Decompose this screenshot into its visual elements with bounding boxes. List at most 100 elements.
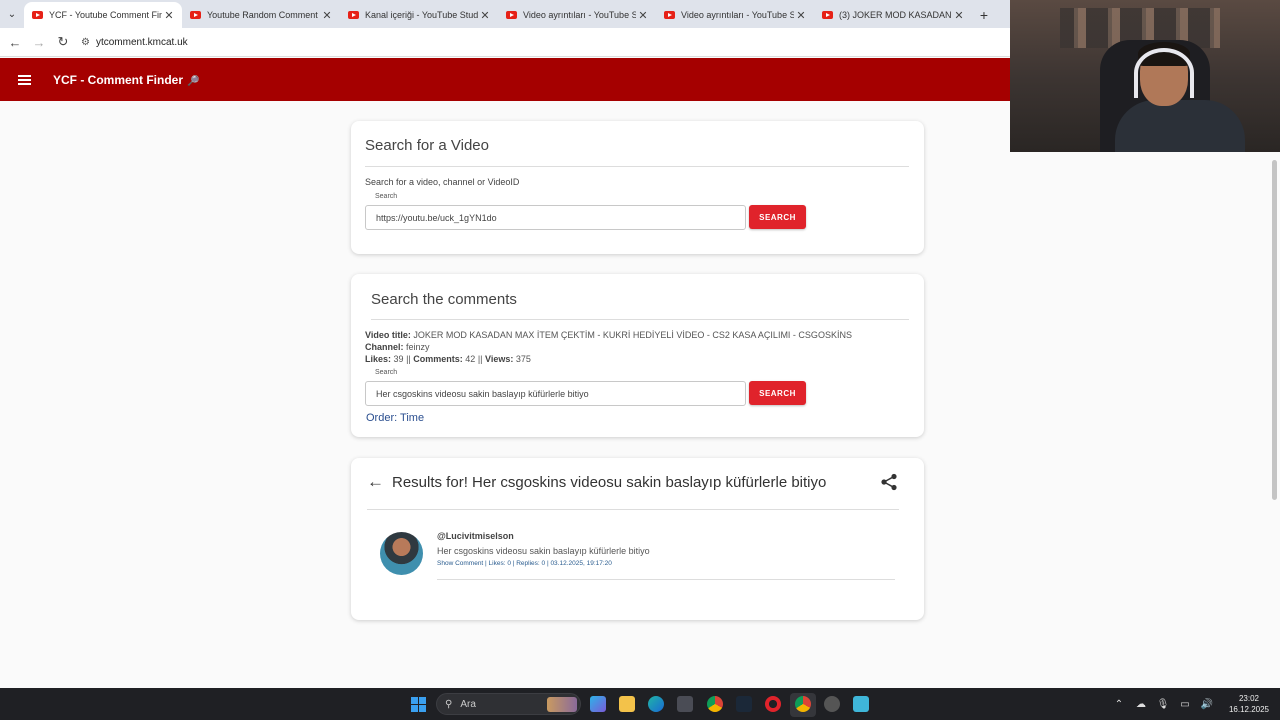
notepad-icon[interactable] [853, 696, 869, 712]
youtube-icon [348, 11, 359, 19]
file-explorer-icon[interactable] [619, 696, 635, 712]
tab-kanal-icerigi[interactable]: Kanal içeriği - YouTube Studio ✕ [340, 2, 498, 28]
network-icon[interactable]: ▭ [1174, 699, 1196, 710]
webcam-headset [1134, 48, 1194, 98]
avatar[interactable] [380, 532, 423, 575]
volume-icon[interactable]: 🔊 [1196, 699, 1218, 710]
new-tab-icon[interactable]: + [972, 2, 996, 28]
video-search-button[interactable]: SEARCH [749, 205, 806, 229]
comment-search-input[interactable]: Her csgoskins videosu sakin baslayıp küf… [365, 381, 746, 406]
tab-title: YCF - Youtube Comment Finder [49, 10, 162, 20]
views-label: Views: [485, 354, 514, 364]
video-search-heading: Search for a Video [365, 137, 489, 154]
clock-date: 16.12.2025 [1228, 705, 1270, 714]
video-title-label: Video title: [365, 330, 411, 340]
tab-joker-mod[interactable]: (3) JOKER MOD KASADAN MAX ✕ [814, 2, 972, 28]
share-icon[interactable] [880, 473, 898, 496]
close-tab-icon[interactable]: ✕ [320, 9, 334, 22]
clock[interactable]: 23:02 16.12.2025 [1218, 693, 1280, 715]
url-text: ytcomment.kmcat.uk [95, 36, 188, 48]
edge-icon[interactable] [648, 696, 664, 712]
forward-icon[interactable]: → [27, 35, 51, 50]
cloud-icon[interactable]: ☁ [1130, 699, 1152, 710]
video-title-value: JOKER MOD KASADAN MAX İTEM ÇEKTİM - KUKR… [413, 330, 852, 340]
channel-value: feinzy [406, 342, 430, 352]
menu-icon[interactable] [0, 78, 48, 81]
taskbar-search-placeholder: Ara [460, 698, 476, 710]
youtube-icon [506, 11, 517, 19]
channel-line: Channel: feinzy [365, 342, 430, 352]
tab-title: Video ayrıntıları - YouTube Studio [523, 10, 636, 20]
divider [365, 166, 909, 167]
video-title-line: Video title: JOKER MOD KASADAN MAX İTEM … [365, 330, 852, 340]
comment-meta[interactable]: Show Comment | Likes: 0 | Replies: 0 | 0… [437, 560, 612, 567]
video-search-hint: Search for a video, channel or VideoID [365, 177, 520, 187]
youtube-icon [190, 11, 201, 19]
comments-label: Comments: [413, 354, 463, 364]
close-tab-icon[interactable]: ✕ [636, 9, 650, 22]
page-scrollbar[interactable] [1272, 160, 1277, 500]
microphone-icon[interactable]: 🎙 [1152, 699, 1174, 710]
webcam-person-body [1115, 100, 1245, 152]
close-tab-icon[interactable]: ✕ [162, 9, 176, 22]
tab-random-comment[interactable]: Youtube Random Comment Pic ✕ [182, 2, 340, 28]
stats-line: Likes: 39 || Comments: 42 || Views: 375 [365, 354, 531, 364]
tab-title: Youtube Random Comment Pic [207, 10, 320, 20]
video-search-card: Search for a Video Search for a video, c… [351, 121, 924, 254]
close-tab-icon[interactable]: ✕ [478, 9, 492, 22]
comment-search-card: Search the comments Video title: JOKER M… [351, 274, 924, 437]
tab-ycf[interactable]: YCF - Youtube Comment Finder ✕ [24, 2, 182, 28]
windows-start-icon[interactable] [411, 697, 426, 712]
steam-icon[interactable] [736, 696, 752, 712]
tab-search-icon[interactable]: ⌄ [0, 0, 24, 28]
site-info-icon[interactable]: ⚙ [81, 37, 90, 48]
magnifier-icon: 🔎 [187, 75, 200, 87]
comment-search-heading: Search the comments [371, 291, 517, 308]
tab-title: Kanal içeriği - YouTube Studio [365, 10, 478, 20]
comment-author[interactable]: @Lucivitmiselson [437, 531, 514, 541]
results-header: ← Results for! Her csgoskins videosu sak… [367, 472, 826, 492]
store-icon[interactable] [677, 696, 693, 712]
channel-label: Channel: [365, 342, 404, 352]
app-icon[interactable] [824, 696, 840, 712]
likes-value: 39 [393, 354, 404, 364]
webcam-overlay [1010, 0, 1280, 152]
close-tab-icon[interactable]: ✕ [794, 9, 808, 22]
tab-title: Video ayrıntıları - YouTube Studio [681, 10, 794, 20]
opera-icon[interactable] [765, 696, 781, 712]
order-toggle[interactable]: Order: Time [366, 412, 424, 424]
search-icon: ⚲ [445, 698, 453, 710]
youtube-icon [664, 11, 675, 19]
chrome-icon[interactable] [707, 696, 723, 712]
chevron-up-icon[interactable]: ⌃ [1108, 699, 1130, 710]
taskbar: ⚲ Ara ⌃ ☁ 🎙 ▭ 🔊 23:02 16.12.2025 [0, 688, 1280, 720]
address-bar: ← → ↻ ⚙ ytcomment.kmcat.uk [0, 28, 1010, 57]
chrome-active-icon[interactable] [795, 696, 811, 712]
page-background [1010, 152, 1280, 688]
back-icon[interactable]: ← [3, 35, 27, 50]
url-field[interactable]: ⚙ ytcomment.kmcat.uk [81, 37, 188, 48]
reload-icon[interactable]: ↻ [51, 34, 75, 50]
clock-time: 23:02 [1238, 694, 1260, 703]
search-highlight-icon [547, 696, 577, 712]
tab-video-ayrintilari-1[interactable]: Video ayrıntıları - YouTube Studio ✕ [498, 2, 656, 28]
comments-value: 42 [465, 354, 476, 364]
taskbar-search[interactable]: ⚲ Ara [436, 693, 581, 715]
widgets-icon[interactable] [590, 696, 606, 712]
comment-search-field-label: Search [375, 369, 398, 376]
divider [367, 509, 899, 510]
comment-search-button[interactable]: SEARCH [749, 381, 806, 405]
tab-video-ayrintilari-2[interactable]: Video ayrıntıları - YouTube Studio ✕ [656, 2, 814, 28]
video-search-input[interactable]: https://youtu.be/uck_1gYN1do [365, 205, 746, 230]
views-value: 375 [515, 354, 531, 364]
video-search-field-label: Search [375, 193, 398, 200]
results-heading: Results for! Her csgoskins videosu sakin… [392, 473, 827, 491]
likes-label: Likes: [365, 354, 392, 364]
browser-tab-bar: ⌄ YCF - Youtube Comment Finder ✕ Youtube… [0, 0, 1010, 28]
close-tab-icon[interactable]: ✕ [952, 9, 966, 22]
separator: || [477, 354, 483, 364]
separator: || [406, 354, 411, 364]
back-arrow-icon[interactable]: ← [367, 472, 384, 492]
comment-divider [437, 579, 895, 580]
app-title-text: YCF - Comment Finder [53, 72, 184, 87]
